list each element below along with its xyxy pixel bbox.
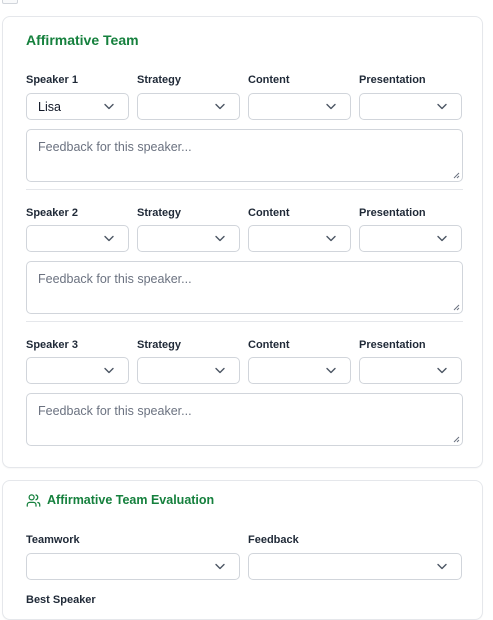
chevron-down-icon: [437, 563, 447, 570]
chevron-down-icon: [437, 367, 447, 374]
speaker-3-presentation-select[interactable]: [359, 357, 462, 384]
speaker-3-name-select[interactable]: [26, 357, 129, 384]
speaker-3-content-select[interactable]: [248, 357, 351, 384]
speaker-3-feedback-textarea[interactable]: Feedback for this speaker...: [26, 393, 463, 446]
speaker-1-feedback-textarea[interactable]: Feedback for this speaker...: [26, 129, 463, 182]
presentation-label: Presentation: [359, 207, 426, 219]
speaker-2-strategy-select[interactable]: [137, 225, 240, 252]
chevron-down-icon: [215, 563, 225, 570]
feedback-placeholder: Feedback for this speaker...: [38, 272, 192, 286]
speaker-1-name-select[interactable]: Lisa: [26, 93, 129, 120]
feedback-placeholder: Feedback for this speaker...: [38, 404, 192, 418]
chevron-down-icon: [437, 235, 447, 242]
select-value: Lisa: [38, 100, 61, 114]
chevron-down-icon: [215, 103, 225, 110]
chevron-down-icon: [326, 235, 336, 242]
content-label: Content: [248, 339, 290, 351]
feedback-label: Feedback: [248, 534, 299, 546]
speaker-1-content-select[interactable]: [248, 93, 351, 120]
chevron-down-icon: [104, 103, 114, 110]
strategy-label: Strategy: [137, 74, 182, 86]
teamwork-select[interactable]: [26, 553, 240, 580]
chevron-down-icon: [215, 367, 225, 374]
strategy-label: Strategy: [137, 339, 182, 351]
top-collapsed-element: [2, 0, 18, 4]
team-feedback-select[interactable]: [248, 553, 462, 580]
team-evaluation-card: Affirmative Team Evaluation Teamwork Fee…: [2, 480, 483, 620]
speaker-2-presentation-select[interactable]: [359, 225, 462, 252]
speaker-2-label: Speaker 2: [26, 207, 78, 219]
presentation-label: Presentation: [359, 74, 426, 86]
chevron-down-icon: [104, 367, 114, 374]
speaker-1-strategy-select[interactable]: [137, 93, 240, 120]
resize-grip-icon[interactable]: [453, 172, 460, 179]
speaker-1-label: Speaker 1: [26, 74, 78, 86]
card-title: Affirmative Team Evaluation: [47, 493, 215, 507]
content-label: Content: [248, 207, 290, 219]
chevron-down-icon: [437, 103, 447, 110]
speaker-2-feedback-textarea[interactable]: Feedback for this speaker...: [26, 261, 463, 314]
chevron-down-icon: [326, 367, 336, 374]
presentation-label: Presentation: [359, 339, 426, 351]
chevron-down-icon: [215, 235, 225, 242]
chevron-down-icon: [104, 235, 114, 242]
resize-grip-icon[interactable]: [453, 304, 460, 311]
teamwork-label: Teamwork: [26, 534, 80, 546]
speaker-divider: [26, 189, 463, 190]
affirmative-team-card: Affirmative Team Speaker 1 Strategy Cont…: [2, 16, 483, 468]
resize-grip-icon[interactable]: [453, 436, 460, 443]
card-title: Affirmative Team: [26, 32, 139, 48]
feedback-placeholder: Feedback for this speaker...: [38, 140, 192, 154]
speaker-divider: [26, 321, 463, 322]
speaker-2-name-select[interactable]: [26, 225, 129, 252]
speaker-3-strategy-select[interactable]: [137, 357, 240, 384]
strategy-label: Strategy: [137, 207, 182, 219]
content-label: Content: [248, 74, 290, 86]
best-speaker-label: Best Speaker: [26, 594, 96, 606]
speaker-3-label: Speaker 3: [26, 339, 78, 351]
chevron-down-icon: [326, 103, 336, 110]
speaker-2-content-select[interactable]: [248, 225, 351, 252]
users-icon: [26, 494, 41, 507]
speaker-1-presentation-select[interactable]: [359, 93, 462, 120]
